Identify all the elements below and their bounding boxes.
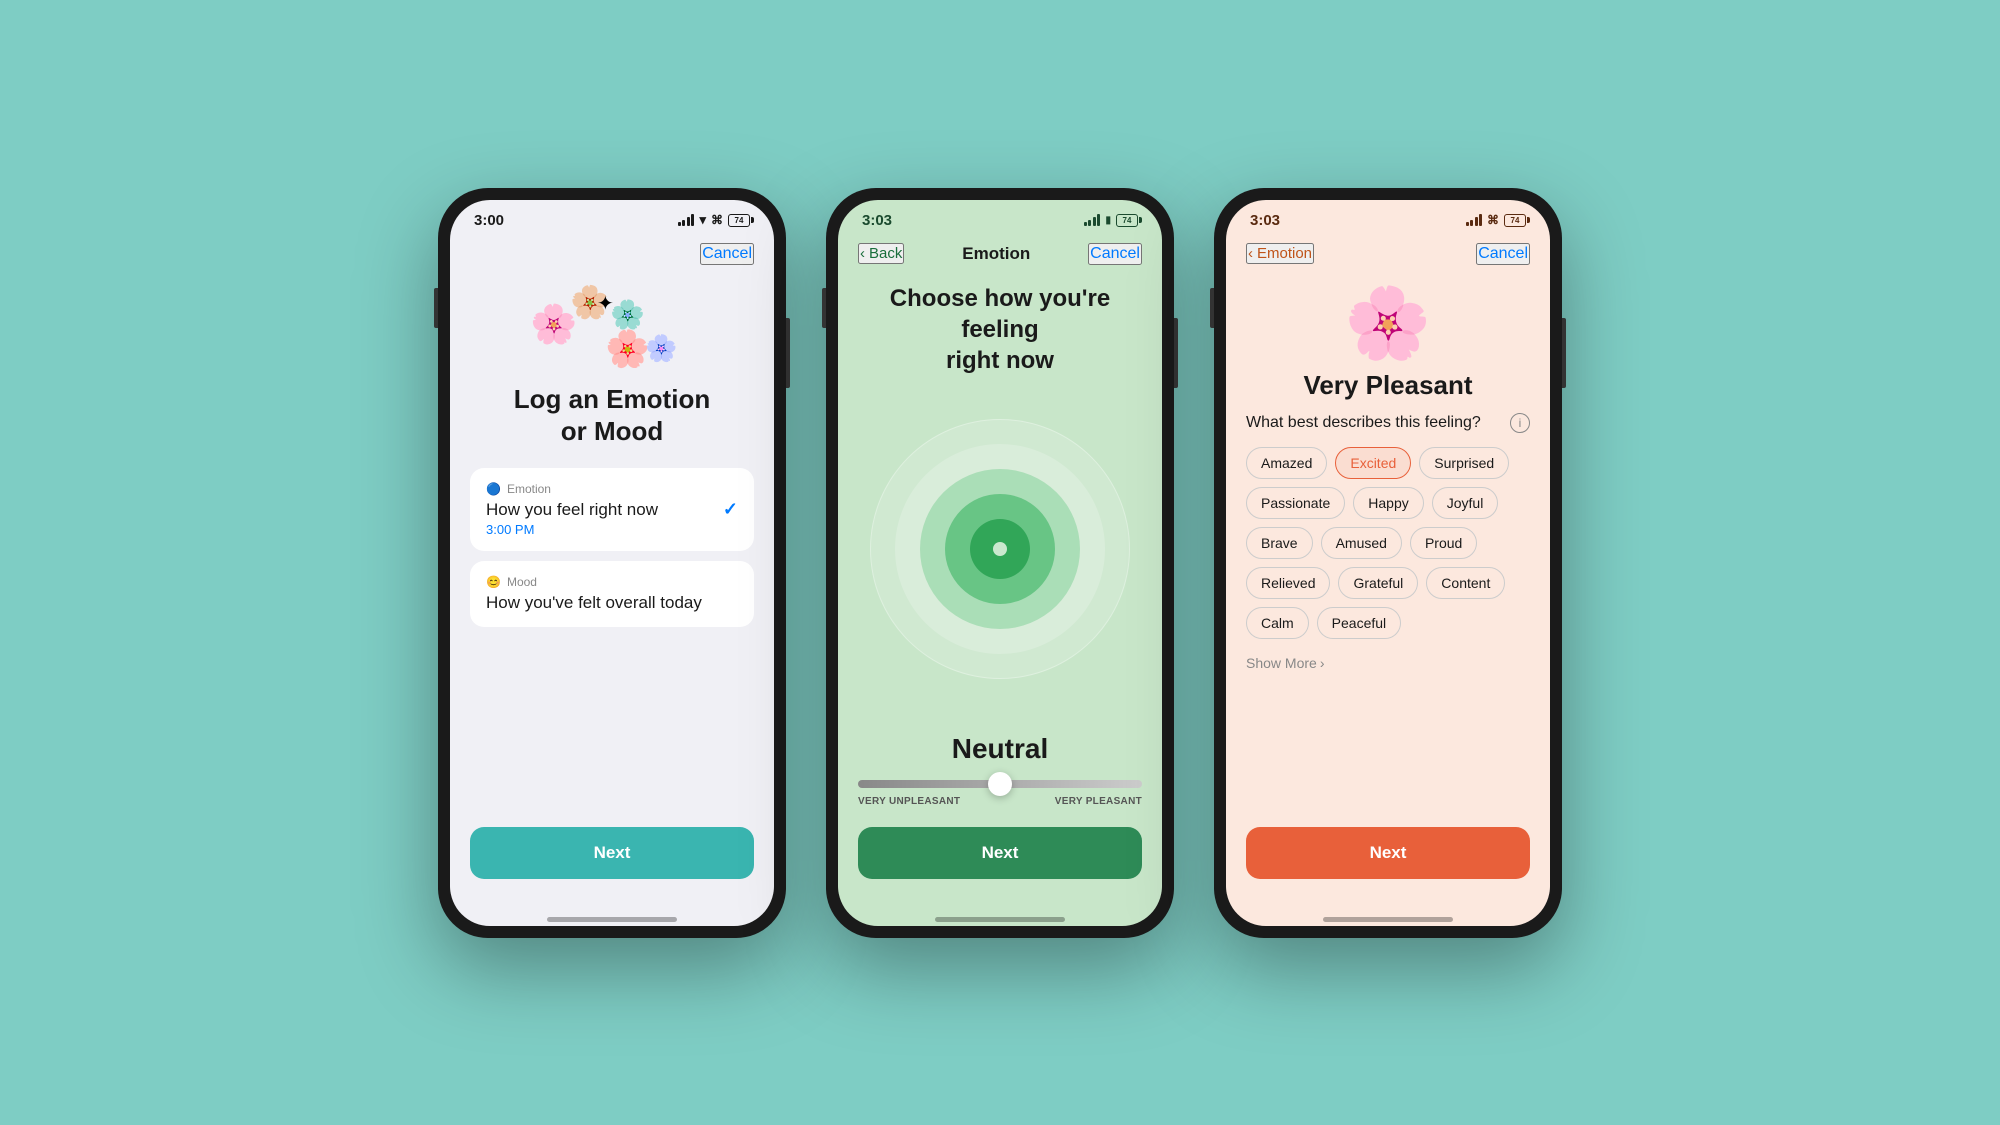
home-indicator-3 (1323, 917, 1453, 922)
emotion-option-card[interactable]: 🔵 Emotion How you feel right now 3:00 PM… (470, 468, 754, 551)
tag-joyful[interactable]: Joyful (1432, 487, 1499, 519)
phone2-nav: ‹ Back Emotion Cancel (838, 235, 1162, 273)
cancel-button-2[interactable]: Cancel (1088, 243, 1142, 265)
tags-grid: AmazedExcitedSurprised PassionateHappy Joy… (1246, 447, 1530, 639)
info-icon[interactable]: i (1510, 413, 1530, 433)
wifi-icon-1: ▾ (699, 212, 706, 228)
flower-large: 🌸 (1226, 273, 1550, 370)
flower-small: ✦ (597, 291, 614, 316)
page-title-2: Choose how you're feelingright now (838, 273, 1162, 377)
battery-icon-1: 74 (728, 214, 750, 227)
cancel-button-1[interactable]: Cancel (700, 243, 754, 265)
emotion-option-header: 🔵 Emotion (486, 482, 658, 496)
battery-box-2: 74 (1116, 214, 1138, 227)
status-bar-2: 3:03 ▮ 74 (838, 200, 1162, 235)
flower-orange: 🌸 (605, 328, 650, 370)
emotion-circle-container (838, 376, 1162, 722)
status-bar-3: 3:03 ⌘ 74 (1226, 200, 1550, 235)
next-button-3[interactable]: Next (1246, 827, 1530, 879)
chevron-left-icon: ‹ (860, 245, 865, 262)
mood-option-header: 😊 Mood (486, 575, 738, 589)
phone-1: 3:00 ▾ ⌘ 74 (438, 188, 786, 938)
wifi-symbol-1: ⌘ (711, 213, 723, 227)
tag-relieved[interactable]: Relieved (1246, 567, 1330, 599)
battery-box-3: 74 (1504, 214, 1526, 227)
status-icons-1: ▾ ⌘ 74 (678, 212, 750, 228)
tag-calm[interactable]: Calm (1246, 607, 1309, 639)
pleasant-title: Very Pleasant (1226, 370, 1550, 413)
tag-amused[interactable]: Amused (1321, 527, 1402, 559)
slider-label-right: VERY PLEASANT (1055, 796, 1142, 807)
flower-purple: 🌸 (645, 333, 677, 364)
circle-dot (993, 542, 1007, 556)
show-more[interactable]: Show More › (1246, 651, 1530, 675)
status-icons-2: ▮ 74 (1084, 214, 1138, 227)
signal-icon-1 (678, 214, 695, 226)
battery-icon-2: ▮ (1105, 215, 1111, 226)
status-icons-3: ⌘ 74 (1466, 213, 1527, 227)
describe-header: What best describes this feeling? i (1246, 413, 1530, 433)
emotion-option-title: How you feel right now (486, 500, 658, 520)
slider-track[interactable] (858, 780, 1142, 788)
describe-question: What best describes this feeling? (1246, 414, 1481, 432)
slider-labels: VERY UNPLEASANT VERY PLEASANT (858, 796, 1142, 807)
signal-icon-2 (1084, 214, 1101, 226)
phone2-screen: 3:03 ▮ 74 (838, 200, 1162, 926)
tag-surprised[interactable]: Surprised (1419, 447, 1509, 479)
time-1: 3:00 (474, 212, 504, 229)
chevron-right-icon: › (1320, 655, 1325, 671)
signal-icon-3 (1466, 214, 1483, 226)
home-indicator-1 (547, 917, 677, 922)
slider-container[interactable]: VERY UNPLEASANT VERY PLEASANT (838, 780, 1162, 817)
tag-grateful[interactable]: Grateful (1338, 567, 1418, 599)
wifi-icon-3: ⌘ (1487, 213, 1499, 227)
phone1-header: Cancel (450, 235, 774, 273)
time-3: 3:03 (1250, 212, 1280, 229)
emotion-option-time: 3:00 PM (486, 522, 658, 537)
checkmark-icon: ✓ (723, 499, 738, 520)
phone3-screen: 3:03 ⌘ 74 (1226, 200, 1550, 926)
mood-option-card[interactable]: 😊 Mood How you've felt overall today (470, 561, 754, 627)
tag-passionate[interactable]: Passionate (1246, 487, 1345, 519)
tag-amazed[interactable]: Amazed (1246, 447, 1327, 479)
home-indicator-2 (935, 917, 1065, 922)
tag-happy[interactable]: Happy (1353, 487, 1423, 519)
status-bar-1: 3:00 ▾ ⌘ 74 (450, 200, 774, 235)
tag-peaceful[interactable]: Peaceful (1317, 607, 1401, 639)
emotion-icon: 🔵 (486, 482, 501, 496)
phone-3: 3:03 ⌘ 74 (1214, 188, 1562, 938)
nav-title-2: Emotion (962, 244, 1030, 264)
back-button-3[interactable]: ‹ Emotion (1246, 243, 1314, 264)
time-2: 3:03 (862, 212, 892, 229)
next-button-2[interactable]: Next (858, 827, 1142, 879)
emotion-circles (870, 419, 1130, 679)
cancel-button-3[interactable]: Cancel (1476, 243, 1530, 265)
mood-option-title: How you've felt overall today (486, 593, 738, 613)
phone1-screen: 3:00 ▾ ⌘ 74 (450, 200, 774, 926)
tag-brave[interactable]: Brave (1246, 527, 1313, 559)
describe-section: What best describes this feeling? i Amaz… (1226, 413, 1550, 675)
slider-label-left: VERY UNPLEASANT (858, 796, 960, 807)
tag-proud[interactable]: Proud (1410, 527, 1477, 559)
flowers-container: 🌸 🌸 🌸 🌸 🌸 ✦ (450, 273, 774, 383)
next-button-1[interactable]: Next (470, 827, 754, 879)
back-button-2[interactable]: ‹ Back (858, 243, 904, 264)
phone-2: 3:03 ▮ 74 (826, 188, 1174, 938)
tag-excited[interactable]: Excited (1335, 447, 1411, 479)
slider-thumb[interactable] (988, 772, 1012, 796)
tag-content[interactable]: Content (1426, 567, 1505, 599)
mood-icon: 😊 (486, 575, 501, 589)
flower-teal: 🌸 (610, 298, 645, 331)
chevron-left-icon-3: ‹ (1248, 245, 1253, 262)
phones-container: 3:00 ▾ ⌘ 74 (0, 0, 2000, 1125)
phone3-nav: ‹ Emotion Cancel (1226, 235, 1550, 273)
page-title-1: Log an Emotionor Mood (450, 383, 774, 468)
